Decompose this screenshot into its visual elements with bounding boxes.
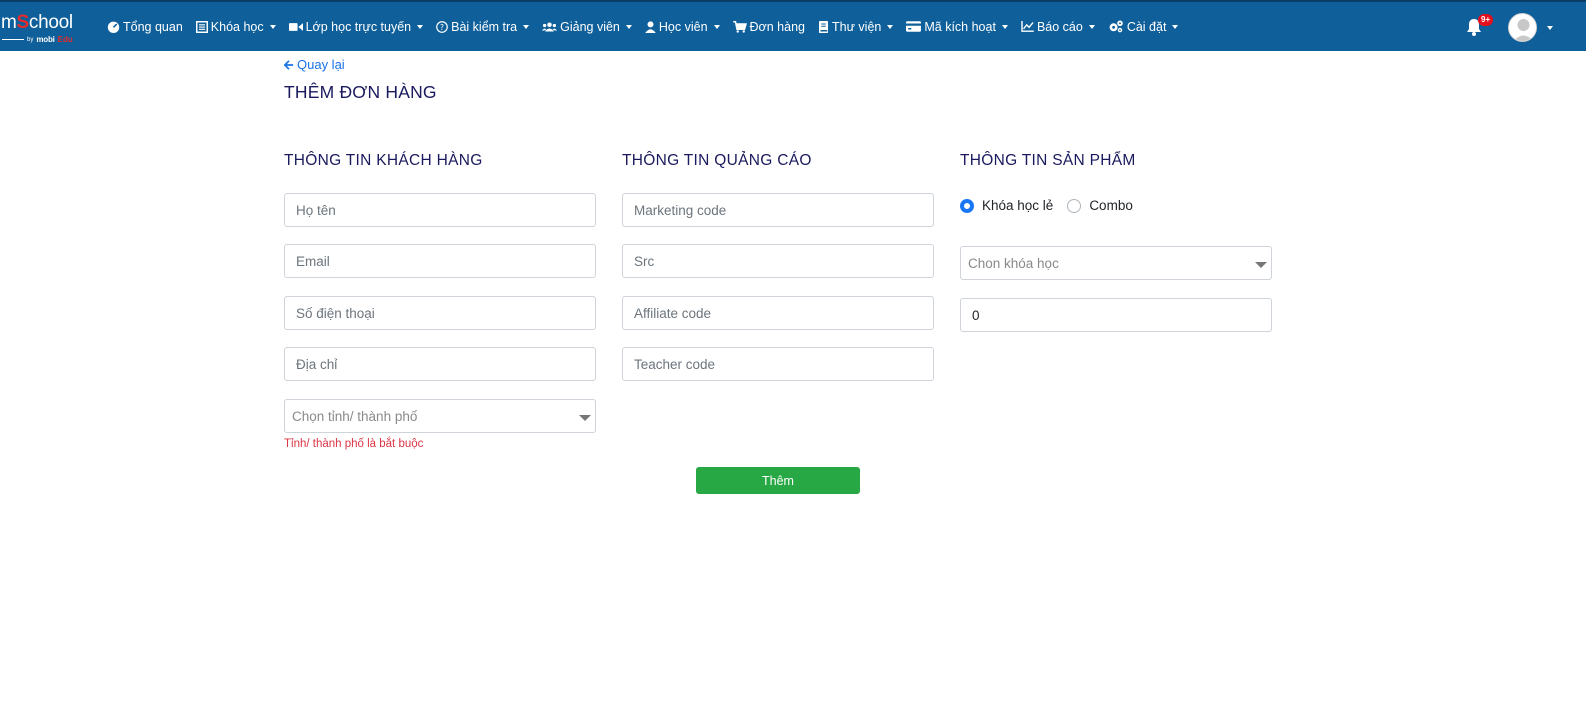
nav-item-tong-quan[interactable]: Tổng quan <box>107 20 183 34</box>
chevron-down-icon <box>579 415 591 421</box>
user-avatar-icon <box>1509 14 1536 41</box>
chevron-down-icon <box>523 24 530 29</box>
name-field[interactable] <box>284 193 596 227</box>
teacher-code-field[interactable] <box>622 347 934 381</box>
arrow-left-icon <box>284 59 294 70</box>
dashboard-icon <box>107 21 120 33</box>
nav-item-don-hang[interactable]: Đơn hàng <box>732 19 805 34</box>
nav-label: Lớp học trực tuyến <box>305 19 412 34</box>
chevron-down-icon <box>1255 262 1267 268</box>
video-icon <box>288 22 303 31</box>
back-link[interactable]: Quay lại <box>284 57 345 72</box>
nav-item-lop-hoc-truc-tuyen[interactable]: Lớp học trực tuyến <box>288 19 424 34</box>
nav-item-ma-kich-hoat[interactable]: Mã kích hoạt <box>906 20 1008 34</box>
nav-item-hoc-vien[interactable]: Học viên <box>645 20 720 34</box>
nav-item-khoa-hoc[interactable]: Khóa học <box>195 19 276 34</box>
nav-label: Báo cáo <box>1036 19 1083 34</box>
amount-field[interactable] <box>960 298 1272 332</box>
svg-text:?: ? <box>440 23 444 32</box>
chevron-down-icon <box>1088 24 1095 29</box>
page-title: THÊM ĐƠN HÀNG <box>284 82 437 102</box>
chevron-down-icon <box>713 24 720 29</box>
nav-item-thu-vien[interactable]: Thư viện <box>818 19 894 34</box>
radio-combo[interactable]: Combo <box>1067 198 1133 213</box>
nav-label: Khóa học <box>210 19 264 34</box>
user-icon <box>645 20 656 33</box>
submit-button[interactable]: Thêm <box>696 467 860 494</box>
chevron-down-icon <box>887 24 894 29</box>
gears-icon <box>1109 20 1123 33</box>
avatar[interactable] <box>1508 13 1537 42</box>
notification-badge: 9+ <box>1478 14 1494 26</box>
ads-section-title: THÔNG TIN QUẢNG CÁO <box>622 152 812 169</box>
nav-label: Giảng viên <box>560 19 620 34</box>
customer-section-title: THÔNG TIN KHÁCH HÀNG <box>284 152 483 169</box>
course-select-placeholder: Chon khóa học <box>968 255 1059 271</box>
nav-label: Thư viện <box>832 19 882 34</box>
city-error-message: Tỉnh/ thành phố là bắt buộc <box>284 438 424 450</box>
radio-single-course[interactable]: Khóa học lẻ <box>960 198 1053 213</box>
nav-label: Cài đặt <box>1126 19 1167 34</box>
brand-subtitle: by mobi Edu <box>2 35 73 44</box>
nav-item-bai-kiem-tra[interactable]: ? Bài kiểm tra <box>436 19 530 34</box>
radio-label: Combo <box>1089 198 1133 213</box>
avatar-chevron-down-icon[interactable] <box>1547 26 1553 30</box>
cart-icon <box>732 20 747 33</box>
back-link-label: Quay lại <box>297 57 345 72</box>
product-section-title: THÔNG TIN SẢN PHẨM <box>960 152 1136 169</box>
marketing-code-field[interactable] <box>622 193 934 227</box>
radio-label: Khóa học lẻ <box>982 198 1054 213</box>
chart-line-icon <box>1021 21 1034 32</box>
nav-label: Bài kiểm tra <box>451 19 518 34</box>
product-type-radio-group: Khóa học lẻ Combo <box>960 198 1147 213</box>
question-circle-icon: ? <box>436 20 448 33</box>
credit-card-icon <box>906 21 922 32</box>
email-field[interactable] <box>284 244 596 278</box>
nav-label: Tổng quan <box>123 19 183 34</box>
radio-unchecked-icon <box>1067 198 1082 213</box>
course-select[interactable]: Chon khóa học <box>960 246 1272 280</box>
radio-checked-icon <box>960 198 974 213</box>
main-nav: Tổng quan Khóa học Lớp học trực tuyến ? … <box>107 2 1191 51</box>
address-field[interactable] <box>284 347 596 381</box>
book-icon <box>819 20 828 33</box>
city-select[interactable]: Chọn tỉnh/ thành phố <box>284 399 596 433</box>
nav-label: Mã kích hoạt <box>924 19 996 34</box>
affiliate-code-field[interactable] <box>622 296 934 330</box>
users-icon <box>542 22 558 31</box>
nav-label: Học viên <box>658 19 708 34</box>
nav-item-cai-dat[interactable]: Cài đặt <box>1108 20 1179 34</box>
brand-logo[interactable]: mSchool by mobi Edu <box>0 10 90 46</box>
chevron-down-icon <box>1001 24 1008 29</box>
nav-item-giang-vien[interactable]: Giảng viên <box>542 20 632 34</box>
src-field[interactable] <box>622 244 934 278</box>
phone-field[interactable] <box>284 296 596 330</box>
nav-label: Đơn hàng <box>749 19 805 34</box>
chevron-down-icon <box>1172 24 1179 29</box>
top-navbar: mSchool by mobi Edu Tổng quan Khóa học Lớp… <box>0 0 1586 51</box>
chevron-down-icon <box>417 24 424 29</box>
nav-item-bao-cao[interactable]: Báo cáo <box>1021 20 1095 34</box>
brand-name: mSchool <box>1 12 73 33</box>
chevron-down-icon <box>269 24 276 29</box>
list-icon <box>195 20 208 33</box>
chevron-down-icon <box>625 24 632 29</box>
city-select-placeholder: Chọn tỉnh/ thành phố <box>292 408 418 424</box>
